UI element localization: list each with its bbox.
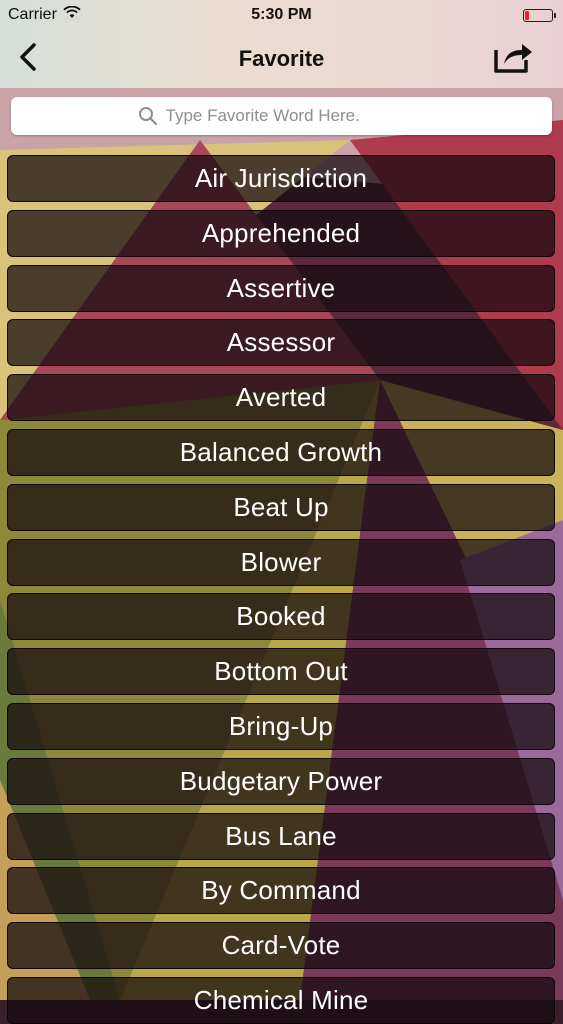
list-item[interactable]: Budgetary Power: [7, 757, 555, 805]
share-button[interactable]: [491, 38, 535, 78]
navigation-bar: Favorite: [0, 30, 563, 88]
battery-icon: [523, 8, 556, 22]
list-item[interactable]: Assessor: [7, 319, 555, 367]
list-item[interactable]: Bus Lane: [7, 812, 555, 860]
list-item[interactable]: Beat Up: [7, 483, 555, 531]
chevron-left-icon: [18, 42, 38, 77]
page-title: Favorite: [238, 46, 325, 71]
list-item[interactable]: By Command: [7, 867, 555, 915]
list-item[interactable]: Apprehended: [7, 209, 555, 257]
list-item[interactable]: Bring-Up: [7, 703, 555, 750]
list-item[interactable]: Assertive: [7, 264, 555, 312]
list-item[interactable]: Averted: [7, 374, 555, 422]
search-input[interactable]: [165, 106, 426, 126]
list-item[interactable]: Booked: [7, 593, 555, 641]
list-item[interactable]: Chemical Mine: [7, 977, 555, 1024]
search-icon: [138, 106, 158, 126]
list-item[interactable]: Blower: [7, 538, 555, 586]
search-bar[interactable]: [11, 97, 552, 135]
back-button[interactable]: [12, 42, 44, 76]
share-icon: [492, 38, 534, 79]
list-item[interactable]: Balanced Growth: [7, 429, 555, 476]
list-item[interactable]: Bottom Out: [7, 648, 555, 696]
list-item[interactable]: Card-Vote: [7, 922, 555, 970]
status-time: 5:30 PM: [251, 6, 312, 23]
battery-level: [525, 10, 529, 20]
list-item[interactable]: Air Jurisdiction: [7, 155, 555, 202]
status-bar: Carrier 5:30 PM: [0, 0, 563, 30]
